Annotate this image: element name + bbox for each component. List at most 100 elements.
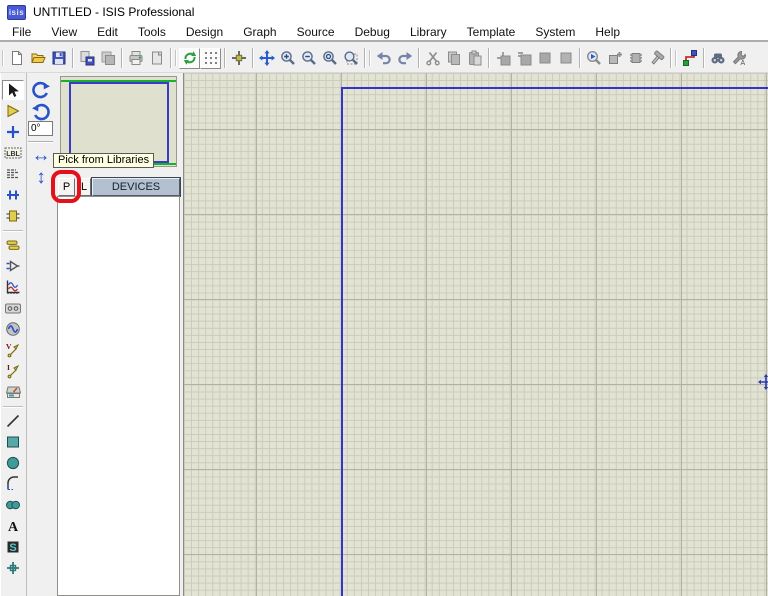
- import-section-button[interactable]: [76, 48, 97, 69]
- property-assignment-button[interactable]: A: [728, 48, 749, 69]
- redo-button[interactable]: [394, 48, 415, 69]
- toolbar-separator: [249, 47, 256, 69]
- virtual-instrument-tool[interactable]: [2, 382, 24, 402]
- device-pin-icon: [5, 258, 21, 274]
- sheet-border-left: [341, 87, 343, 596]
- mirror-vertical-button[interactable]: ↕: [31, 168, 51, 187]
- rotation-angle-input[interactable]: [28, 121, 53, 136]
- menu-graph[interactable]: Graph: [233, 25, 286, 39]
- menu-design[interactable]: Design: [176, 25, 233, 39]
- print-button[interactable]: [125, 48, 146, 69]
- menu-file[interactable]: File: [2, 25, 41, 39]
- menu-view[interactable]: View: [41, 25, 87, 39]
- marker-icon: [5, 560, 21, 576]
- symbol-icon: S: [5, 539, 21, 555]
- 2d-circle-tool[interactable]: [2, 453, 24, 473]
- grid-dots-icon: [203, 50, 219, 66]
- undo-icon: [376, 50, 392, 66]
- 2d-symbol-tool[interactable]: S: [2, 537, 24, 557]
- pick-parts-button[interactable]: [583, 48, 604, 69]
- menu-edit[interactable]: Edit: [87, 25, 128, 39]
- annotation-highlight: [51, 170, 81, 203]
- undo-button[interactable]: [373, 48, 394, 69]
- zoom-area-button[interactable]: [340, 48, 361, 69]
- wire-label-tool[interactable]: LBL: [2, 143, 24, 163]
- object-selector-list[interactable]: [57, 196, 180, 596]
- open-folder-icon: [30, 50, 46, 66]
- menu-debug[interactable]: Debug: [345, 25, 400, 39]
- block-copy-button[interactable]: [492, 48, 513, 69]
- bus-tool[interactable]: [2, 185, 24, 205]
- origin-button[interactable]: [228, 48, 249, 69]
- toolbar-separator: [221, 47, 228, 69]
- zoom-in-button[interactable]: [277, 48, 298, 69]
- rotate-clockwise-button[interactable]: [30, 79, 52, 101]
- toolbar-separator: [69, 47, 76, 69]
- block-delete-button[interactable]: [555, 48, 576, 69]
- rotate-clockwise-icon: [31, 80, 51, 100]
- toggle-grid-button[interactable]: [200, 48, 221, 69]
- zoom-out-icon: [301, 50, 317, 66]
- menu-tools[interactable]: Tools: [128, 25, 176, 39]
- redraw-button[interactable]: [179, 48, 200, 69]
- subcircuit-tool[interactable]: [2, 206, 24, 226]
- graph-icon: [5, 279, 21, 295]
- svg-text:A: A: [8, 520, 19, 534]
- device-pin-tool[interactable]: [2, 256, 24, 276]
- mode-toolbar-divider: [3, 406, 23, 407]
- titlebar: isis UNTITLED - ISIS Professional: [0, 0, 768, 24]
- overview-sheet-outline: [69, 82, 169, 163]
- graph-tool[interactable]: [2, 277, 24, 297]
- selection-tool[interactable]: [2, 80, 24, 100]
- make-device-button[interactable]: [604, 48, 625, 69]
- menu-library[interactable]: Library: [400, 25, 457, 39]
- zoom-out-button[interactable]: [298, 48, 319, 69]
- schematic-canvas[interactable]: [183, 73, 768, 596]
- 2d-box-tool[interactable]: [2, 432, 24, 452]
- 2d-text-tool[interactable]: A: [2, 516, 24, 536]
- current-probe-tool[interactable]: I: [2, 361, 24, 381]
- redraw-icon: [182, 50, 198, 66]
- rotate-anticlockwise-button[interactable]: [30, 101, 52, 123]
- mark-output-area-button[interactable]: [146, 48, 167, 69]
- 2d-path-tool[interactable]: [2, 495, 24, 515]
- menu-system[interactable]: System: [525, 25, 585, 39]
- text-script-tool[interactable]: [2, 164, 24, 184]
- scissors-icon: [425, 50, 441, 66]
- export-section-button[interactable]: [97, 48, 118, 69]
- 2d-line-tool[interactable]: [2, 411, 24, 431]
- block-rotate-button[interactable]: [534, 48, 555, 69]
- decompose-icon: [649, 50, 665, 66]
- block-move-button[interactable]: [513, 48, 534, 69]
- junction-dot-tool[interactable]: [2, 122, 24, 142]
- open-file-button[interactable]: [27, 48, 48, 69]
- wire-autorouter-button[interactable]: [679, 48, 700, 69]
- mirror-horizontal-button[interactable]: ↔: [29, 146, 53, 165]
- terminal-tool[interactable]: [2, 235, 24, 255]
- junction-dot-icon: [5, 124, 21, 140]
- 2d-marker-tool[interactable]: [2, 558, 24, 578]
- tape-recorder-tool[interactable]: [2, 298, 24, 318]
- new-file-button[interactable]: [6, 48, 27, 69]
- wire-label-icon: LBL: [4, 146, 22, 160]
- circle-icon: [5, 455, 21, 471]
- generator-tool[interactable]: [2, 319, 24, 339]
- toolbar-handle: [368, 48, 373, 68]
- zoom-all-button[interactable]: [319, 48, 340, 69]
- 2d-arc-tool[interactable]: [2, 474, 24, 494]
- voltage-probe-tool[interactable]: V: [2, 340, 24, 360]
- toolbar-separator: [167, 47, 174, 69]
- copy-button[interactable]: [443, 48, 464, 69]
- paste-button[interactable]: [464, 48, 485, 69]
- save-file-button[interactable]: [48, 48, 69, 69]
- svg-text:I: I: [7, 363, 10, 372]
- component-tool[interactable]: [2, 101, 24, 121]
- menu-source[interactable]: Source: [287, 25, 345, 39]
- menu-help[interactable]: Help: [585, 25, 630, 39]
- menu-template[interactable]: Template: [457, 25, 526, 39]
- cut-button[interactable]: [422, 48, 443, 69]
- search-tag-button[interactable]: [707, 48, 728, 69]
- packaging-tool-button[interactable]: [625, 48, 646, 69]
- pan-button[interactable]: [256, 48, 277, 69]
- decompose-button[interactable]: [646, 48, 667, 69]
